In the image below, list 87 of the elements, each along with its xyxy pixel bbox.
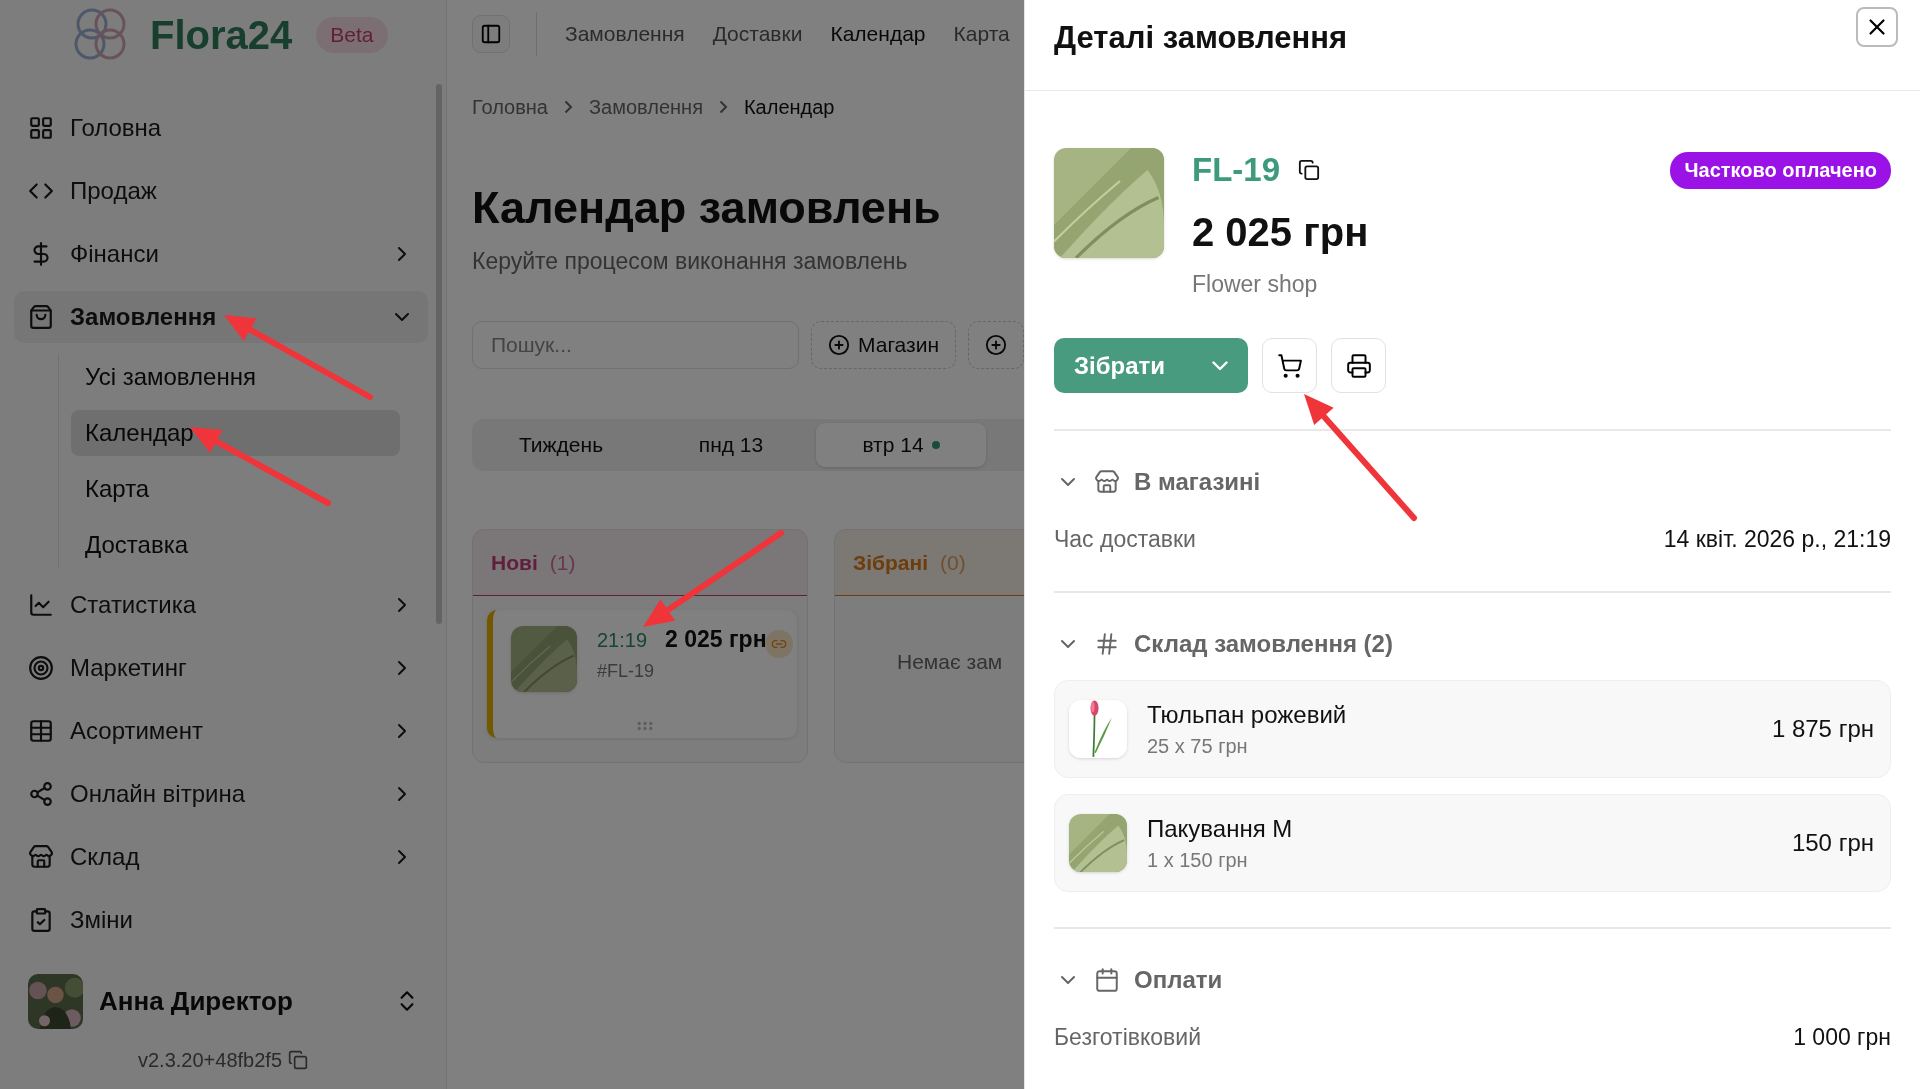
plus-circle-icon [828, 334, 850, 356]
breadcrumb-separator-icon [718, 100, 728, 114]
table-icon [28, 718, 54, 744]
item-name: Пакування M [1147, 814, 1294, 843]
user-name: Анна Директор [99, 985, 294, 1017]
column-title: Нові [491, 550, 538, 575]
item-name: Тюльпан рожевий [1147, 700, 1348, 729]
search-field[interactable]: Пошук... [472, 321, 799, 369]
top-nav-link[interactable]: Замовлення [565, 22, 685, 46]
empty-message: Немає зам [896, 649, 1004, 674]
top-nav-link[interactable]: Доставки [712, 22, 803, 46]
order-id: #FL-19 [597, 661, 656, 682]
share-icon [28, 781, 54, 807]
hash-icon [1094, 631, 1120, 657]
column-count: (0) [940, 550, 966, 575]
print-button[interactable] [1331, 338, 1386, 393]
clipboard-icon [28, 907, 54, 933]
status-badge: Частково оплачено [1670, 151, 1891, 189]
close-button[interactable] [1856, 7, 1898, 47]
item-total: 1 875 грн [1771, 715, 1874, 743]
order-card[interactable]: 21:19 2 025 грн #FL-19 [487, 610, 797, 738]
detail-label: Безготівковий [1054, 1023, 1201, 1051]
bag-icon [28, 304, 54, 330]
caret-icon [1212, 360, 1228, 371]
page-title: Календар замовлень [472, 182, 942, 234]
sidebar-item[interactable]: Замовлення [14, 291, 428, 343]
sidebar-subitem[interactable]: Усі замовлення [71, 354, 400, 400]
sidebar-subitem[interactable]: Карта [71, 466, 400, 512]
target-icon [28, 655, 54, 681]
store-icon [28, 844, 54, 870]
top-nav-link[interactable]: Карта [953, 22, 1010, 46]
sidebar-subitem[interactable]: Доставка [71, 522, 400, 568]
breadcrumb-separator-icon [564, 100, 573, 114]
link-badge [765, 630, 793, 658]
order-price: 2 025 грн [1192, 210, 1370, 255]
filter-button[interactable]: Магазин [811, 321, 956, 369]
section-header[interactable]: В магазині [1054, 462, 1261, 502]
order-amount: 2 025 грн [665, 626, 767, 653]
sidebar-item[interactable]: Продаж [14, 165, 428, 217]
sidebar-subitem[interactable]: Календар [71, 410, 400, 456]
top-nav-link[interactable]: Календар [830, 22, 926, 46]
sidebar-item[interactable]: Зміни [14, 894, 428, 946]
grid-icon [28, 115, 54, 141]
breadcrumb-link[interactable]: Головна [472, 95, 548, 119]
logo-text: Flora24 [150, 12, 293, 58]
drawer-title: Деталі замовлення [1054, 20, 1348, 56]
sidebar-item[interactable]: Статистика [14, 579, 428, 631]
sidebar-item[interactable]: Маркетинг [14, 642, 428, 694]
item-quantity: 1 x 150 грн [1147, 848, 1249, 872]
shop-name: Flower shop [1192, 271, 1319, 298]
section-header[interactable]: Склад замовлення (2) [1054, 624, 1393, 664]
breadcrumb-link[interactable]: Замовлення [589, 95, 703, 119]
scrollbar[interactable] [436, 84, 442, 624]
plus-circle-icon [985, 334, 1007, 356]
chart-icon [28, 592, 54, 618]
version-text: v2.3.20+48fb2f5 [138, 1048, 282, 1072]
section-header[interactable]: Оплати [1054, 960, 1223, 1000]
detail-label: Час доставки [1054, 525, 1196, 553]
beta-badge: Beta [316, 17, 388, 53]
sidebar-item[interactable]: Фінанси [14, 228, 428, 280]
sidebar-item[interactable]: Асортимент [14, 705, 428, 757]
day-tab[interactable]: пнд 13 [646, 423, 816, 467]
cart-icon [1276, 352, 1303, 379]
store-icon [1094, 469, 1120, 495]
day-tab[interactable]: втр 14 [816, 423, 986, 467]
order-number: FL-19 [1192, 151, 1280, 189]
printer-icon [1345, 352, 1372, 379]
page-subtitle: Керуйте процесом виконання замовлень [472, 248, 909, 275]
sidebar-item[interactable]: Головна [14, 102, 428, 154]
calendar-icon [1094, 967, 1120, 993]
sidebar-item[interactable]: Склад [14, 831, 428, 883]
collect-button[interactable]: Зібрати [1054, 338, 1248, 393]
detail-value: 1 000 грн [1793, 1023, 1891, 1051]
sidebar-toggle-button[interactable] [472, 15, 510, 53]
item-total: 150 грн [1791, 829, 1874, 857]
day-tab[interactable]: Тиждень [476, 423, 646, 467]
cart-button[interactable] [1262, 338, 1317, 393]
detail-value: 14 квіт. 2026 р., 21:19 [1663, 525, 1891, 553]
breadcrumb-link[interactable]: Календар [743, 95, 835, 119]
order-time: 21:19 [597, 629, 648, 652]
column-title: Зібрані [853, 550, 928, 575]
column-count: (1) [549, 550, 576, 575]
item-quantity: 25 x 75 грн [1147, 734, 1249, 758]
panel-icon [480, 23, 502, 45]
filter-button[interactable] [968, 321, 1024, 369]
copy-icon[interactable] [1298, 159, 1320, 181]
sidebar-item[interactable]: Онлайн вітрина [14, 768, 428, 820]
